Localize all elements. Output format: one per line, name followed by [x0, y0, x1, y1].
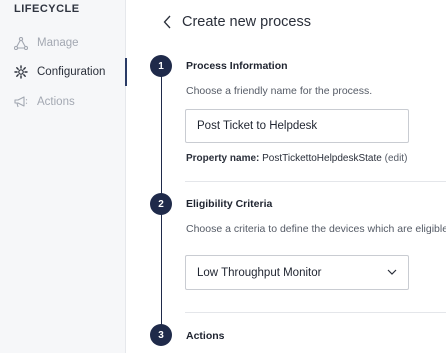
- property-name-value: PostTickettoHelpdeskState: [262, 153, 382, 164]
- step-title: Actions: [186, 330, 225, 342]
- gear-icon: [14, 65, 28, 79]
- sidebar-item-label: Actions: [37, 96, 75, 108]
- step-divider: [185, 312, 446, 313]
- chevron-left-icon[interactable]: [160, 13, 174, 31]
- property-name-row: Property name: PostTickettoHelpdeskState…: [186, 153, 407, 164]
- step-connector: [161, 76, 162, 194]
- step-divider: [185, 181, 446, 182]
- step-number-badge: 3: [150, 324, 172, 346]
- chevron-down-icon: [386, 266, 398, 278]
- sidebar-item-actions[interactable]: Actions: [0, 88, 126, 116]
- step-connector: [161, 214, 162, 325]
- step-title: Eligibility Criteria: [186, 198, 273, 210]
- sidebar-item-label: Configuration: [37, 66, 106, 78]
- main-content: Create new process 1 Process Information…: [126, 0, 446, 353]
- process-name-input[interactable]: Post Ticket to Helpdesk: [185, 109, 409, 143]
- sidebar-item-label: Manage: [37, 37, 79, 49]
- criteria-select[interactable]: Low Throughput Monitor: [185, 255, 409, 290]
- sidebar-item-manage[interactable]: Manage: [0, 29, 126, 57]
- sidebar: LIFECYCLE Manage Configuration Actions: [0, 0, 127, 353]
- property-name-label: Property name:: [186, 153, 260, 164]
- sidebar-item-configuration[interactable]: Configuration: [0, 58, 127, 86]
- step-number-badge: 2: [150, 193, 172, 215]
- megaphone-icon: [14, 95, 28, 109]
- step-title: Process Information: [186, 60, 288, 72]
- edit-property-link[interactable]: (edit): [385, 153, 408, 164]
- step-number-badge: 1: [150, 55, 172, 77]
- page-title: Create new process: [182, 14, 311, 30]
- page-header: Create new process: [160, 13, 311, 31]
- step-description: Choose a friendly name for the process.: [186, 85, 373, 97]
- criteria-select-value: Low Throughput Monitor: [197, 266, 322, 279]
- process-name-value: Post Ticket to Helpdesk: [197, 120, 318, 132]
- sidebar-heading: LIFECYCLE: [14, 3, 80, 15]
- step-description: Choose a criteria to define the devices …: [186, 223, 446, 235]
- triangle-nodes-icon: [14, 36, 28, 50]
